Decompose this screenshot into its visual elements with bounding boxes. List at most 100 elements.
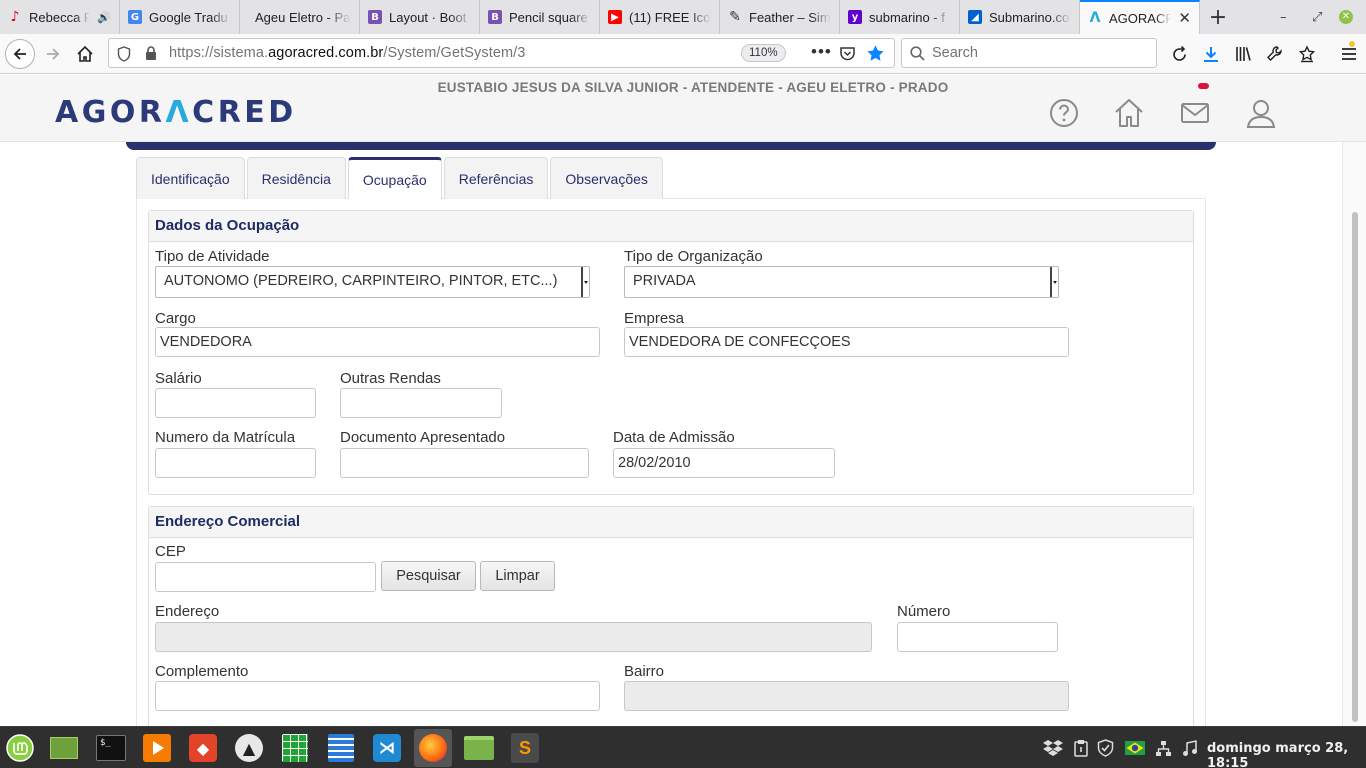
tab-ocupacao[interactable]: Ocupação xyxy=(347,157,442,199)
browser-tab[interactable]: B Layout · Boot xyxy=(360,0,480,34)
help-icon[interactable] xyxy=(1048,97,1080,129)
scrollbar-thumb[interactable] xyxy=(1352,212,1358,722)
empresa-label: Empresa xyxy=(624,310,685,327)
feather-icon: ✎ xyxy=(729,9,741,25)
browser-tab-strip: ♪ Rebecca F 🔊 G Google Tradu Ageu Eletro - Pa… xyxy=(0,0,1366,34)
tab-observacoes[interactable]: Observações xyxy=(550,157,663,199)
outras-rendas-label: Outras Rendas xyxy=(340,370,441,387)
activity-type-label: Tipo de Atividade xyxy=(155,248,270,265)
lock-icon[interactable] xyxy=(145,46,157,61)
browser-tab[interactable]: ✎ Feather – Sim xyxy=(720,0,840,34)
submarino-icon: ◢ xyxy=(968,10,982,24)
user-icon[interactable] xyxy=(1245,97,1277,129)
show-desktop-icon[interactable] xyxy=(48,732,80,764)
network-icon[interactable] xyxy=(1155,727,1172,768)
page-scrollbar[interactable] xyxy=(1342,142,1366,726)
arrow-left-icon xyxy=(13,48,26,60)
organization-type-select[interactable]: PRIVADA xyxy=(624,266,1059,298)
outras-rendas-input[interactable] xyxy=(340,388,502,418)
shield-icon[interactable] xyxy=(117,46,131,62)
matricula-label: Numero da Matrícula xyxy=(155,429,296,446)
files-icon[interactable] xyxy=(463,732,495,764)
dropbox-icon[interactable] xyxy=(1043,727,1063,768)
address-panel-title: Endereço Comercial xyxy=(149,507,1193,538)
salario-input[interactable] xyxy=(155,388,316,418)
browser-tab[interactable]: ♪ Rebecca F 🔊 xyxy=(0,0,120,34)
agoracred-logo[interactable]: AGORΛCRED xyxy=(55,95,297,130)
bairro-input xyxy=(624,681,1069,711)
zoom-indicator[interactable]: 110% xyxy=(741,44,786,62)
home-button[interactable] xyxy=(70,39,100,69)
pocket-icon[interactable] xyxy=(839,45,856,62)
mint-menu-icon[interactable] xyxy=(4,732,36,764)
library-button[interactable] xyxy=(1228,39,1258,69)
matricula-input[interactable] xyxy=(155,448,316,478)
tab-referencias[interactable]: Referências xyxy=(443,157,549,199)
spreadsheet-icon[interactable] xyxy=(279,732,311,764)
os-taskbar: $_ ◆ ▲ ⋊ S domingo março 28, 18:15 xyxy=(0,726,1366,768)
clear-button[interactable]: Limpar xyxy=(480,561,555,591)
browser-tab[interactable]: y submarino - f xyxy=(840,0,960,34)
bootstrap-icon: B xyxy=(368,10,382,24)
reload-button[interactable] xyxy=(1164,39,1194,69)
update-badge xyxy=(1348,40,1356,48)
browser-tab[interactable]: G Google Tradu xyxy=(120,0,240,34)
back-button[interactable] xyxy=(5,39,35,69)
forward-button[interactable] xyxy=(38,39,68,69)
admissao-input[interactable]: 28/02/2010 xyxy=(613,448,835,478)
maximize-window-button[interactable]: ⤢ xyxy=(1312,0,1322,34)
downloads-button[interactable] xyxy=(1196,39,1226,69)
empresa-input[interactable]: VENDEDORA DE CONFECÇOES xyxy=(624,327,1069,357)
home-icon xyxy=(77,45,93,62)
browser-tab[interactable]: Ageu Eletro - Pai xyxy=(240,0,360,34)
firefox-taskbar-icon[interactable] xyxy=(414,729,452,767)
browser-tab[interactable]: Λ AGORACRED ✕ xyxy=(1080,0,1200,34)
home-icon[interactable] xyxy=(1113,97,1145,129)
sublime-text-icon[interactable]: S xyxy=(509,732,541,764)
close-window-button[interactable]: ✕ xyxy=(1339,0,1353,34)
browser-tab[interactable]: B Pencil square xyxy=(480,0,600,34)
numero-input[interactable] xyxy=(897,622,1058,652)
chevron-down-icon xyxy=(581,267,589,297)
occupation-panel-title: Dados da Ocupação xyxy=(149,211,1193,242)
admissao-label: Data de Admissão xyxy=(613,429,735,446)
clipboard-icon[interactable] xyxy=(1073,727,1089,768)
search-bar[interactable]: Search xyxy=(901,38,1157,68)
minimize-window-button[interactable]: – xyxy=(1280,0,1287,34)
media-player-icon[interactable] xyxy=(141,732,173,764)
keyboard-layout-flag-icon[interactable] xyxy=(1125,727,1145,768)
salario-label: Salário xyxy=(155,370,202,387)
devtools-button[interactable] xyxy=(1260,39,1290,69)
music-note-icon: ♪ xyxy=(10,9,20,25)
mail-icon[interactable] xyxy=(1179,97,1211,129)
browser-tab[interactable]: ◢ Submarino.co xyxy=(960,0,1080,34)
gitlab-icon[interactable]: ◆ xyxy=(187,732,219,764)
browser-tab[interactable]: ▶ (11) FREE Ico xyxy=(600,0,720,34)
url-bar[interactable]: https://sistema.agoracred.com.br/System/… xyxy=(108,38,895,68)
complemento-input[interactable] xyxy=(155,681,600,711)
terminal-icon[interactable]: $_ xyxy=(95,732,127,764)
activity-type-select[interactable]: AUTONOMO (PEDREIRO, CARPINTEIRO, PINTOR,… xyxy=(155,266,590,298)
vscode-icon[interactable]: ⋊ xyxy=(371,732,403,764)
wrench-icon xyxy=(1267,46,1282,61)
tab-residencia[interactable]: Residência xyxy=(246,157,346,199)
menu-button[interactable] xyxy=(1334,39,1364,69)
cep-input[interactable] xyxy=(155,562,376,592)
speaker-icon[interactable]: 🔊 xyxy=(97,11,111,24)
search-cep-button[interactable]: Pesquisar xyxy=(381,561,476,591)
bookmark-star-icon[interactable] xyxy=(866,44,885,63)
extension-button[interactable] xyxy=(1292,39,1322,69)
bairro-label: Bairro xyxy=(624,663,665,680)
clock[interactable]: domingo março 28, 18:15 xyxy=(1207,741,1366,768)
page-actions-icon[interactable]: ••• xyxy=(811,42,832,62)
new-tab-button[interactable]: + xyxy=(1200,0,1236,34)
cargo-input[interactable]: VENDEDORA xyxy=(155,327,600,357)
tab-identificacao[interactable]: Identificação xyxy=(136,157,245,199)
close-tab-icon[interactable]: ✕ xyxy=(1178,9,1191,27)
yahoo-icon: y xyxy=(848,10,862,24)
writer-icon[interactable] xyxy=(325,732,357,764)
security-shield-icon[interactable] xyxy=(1097,727,1114,768)
sound-icon[interactable] xyxy=(1182,727,1197,768)
inkscape-icon[interactable]: ▲ xyxy=(233,732,265,764)
documento-input[interactable] xyxy=(340,448,589,478)
